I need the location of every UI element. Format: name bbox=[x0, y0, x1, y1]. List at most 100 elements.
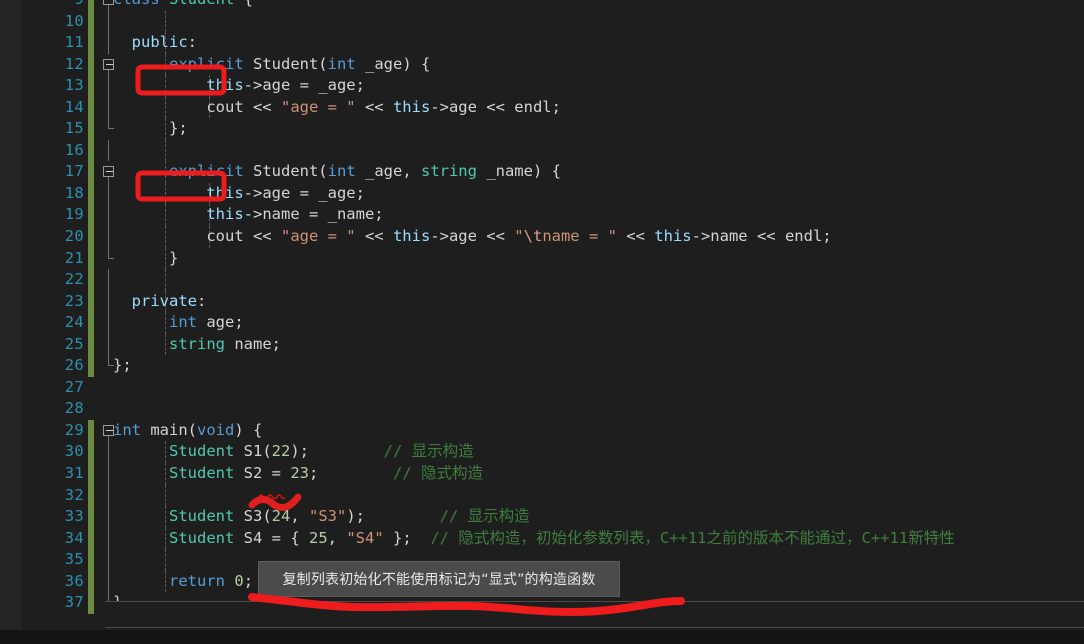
change-bar bbox=[88, 506, 94, 528]
fold-margin[interactable] bbox=[101, 549, 121, 571]
code-token: : bbox=[187, 33, 198, 52]
code-text[interactable]: cout << "age = " << this->age << endl; bbox=[113, 97, 561, 119]
code-token: "age = " bbox=[280, 97, 356, 116]
code-line[interactable]: 30 Student S1(22); // 显示构造 bbox=[21, 441, 1084, 464]
code-token: ->name << endl; bbox=[691, 227, 832, 246]
change-bar bbox=[88, 570, 94, 593]
code-text[interactable]: explicit Student(int _age) { bbox=[113, 54, 430, 76]
code-token: name = " bbox=[542, 227, 617, 246]
code-line[interactable]: 14 cout << "age = " << this->age << endl… bbox=[21, 96, 1084, 119]
code-line[interactable]: 33 Student S3(24, "S3"); // 显示构造 bbox=[21, 506, 1084, 528]
code-line[interactable]: 32 bbox=[21, 484, 1084, 507]
code-line[interactable]: 20 cout << "age = " << this->age << "\tn… bbox=[21, 226, 1084, 248]
editor-bottom-scroll-area[interactable] bbox=[105, 601, 1084, 628]
code-text[interactable]: this->age = _age; bbox=[113, 183, 365, 205]
code-line[interactable]: 24 int age; bbox=[21, 312, 1084, 334]
code-line[interactable]: 25 string name; bbox=[21, 333, 1084, 356]
indent-guide bbox=[165, 10, 166, 33]
code-line[interactable]: 29 int main(void) { bbox=[21, 419, 1084, 442]
line-number: 16 bbox=[64, 140, 84, 159]
code-line[interactable]: 12 explicit Student(int _age) { bbox=[21, 53, 1084, 76]
code-line[interactable]: 9 class Student { bbox=[21, 0, 1084, 11]
line-number: 9 bbox=[21, 0, 84, 11]
fold-margin[interactable] bbox=[101, 484, 121, 507]
code-token: explicit bbox=[169, 162, 244, 181]
code-token: cout << bbox=[113, 97, 281, 116]
code-line[interactable]: 27 bbox=[21, 377, 1084, 399]
change-bar bbox=[88, 118, 94, 140]
line-number: 29 bbox=[64, 420, 84, 439]
line-number: 27 bbox=[64, 377, 84, 396]
change-bar bbox=[88, 419, 94, 442]
change-bar bbox=[88, 247, 94, 270]
code-token: " bbox=[514, 227, 524, 246]
code-text[interactable]: }; bbox=[113, 355, 132, 377]
code-line[interactable]: 19 this->name = _name; bbox=[21, 204, 1084, 227]
code-line[interactable]: 21 } bbox=[21, 247, 1084, 270]
code-text[interactable]: explicit Student(int _age, string _name)… bbox=[113, 161, 561, 183]
code-token: int bbox=[327, 162, 356, 181]
line-number: 28 bbox=[64, 399, 84, 418]
code-token: this bbox=[206, 205, 244, 224]
code-text[interactable]: int age; bbox=[113, 312, 244, 334]
code-token: Student bbox=[169, 528, 235, 547]
code-text[interactable]: this->age = _age; bbox=[113, 75, 365, 97]
code-text[interactable]: private: bbox=[113, 291, 207, 313]
code-line[interactable]: 18 this->age = _age; bbox=[21, 182, 1084, 205]
code-line[interactable]: 10 bbox=[21, 10, 1084, 33]
line-number: 26 bbox=[64, 356, 84, 375]
line-number: 21 bbox=[64, 248, 84, 267]
code-text[interactable]: string name; bbox=[113, 334, 281, 356]
fold-margin[interactable] bbox=[101, 10, 121, 33]
code-line[interactable]: 31 Student S2 = 23; // 隐式构造 bbox=[21, 463, 1084, 485]
code-line[interactable]: 11 public: bbox=[21, 32, 1084, 54]
code-text[interactable]: Student S1(22); // 显示构造 bbox=[113, 441, 474, 463]
code-token: S3( bbox=[234, 507, 272, 526]
fold-margin[interactable] bbox=[101, 269, 121, 291]
code-line[interactable]: 26}; bbox=[21, 355, 1084, 377]
code-token: }; bbox=[383, 528, 431, 547]
code-text[interactable]: cout << "age = " << this->age << "\tname… bbox=[113, 226, 832, 248]
code-text[interactable]: } bbox=[113, 248, 178, 270]
code-line[interactable]: 23 private: bbox=[21, 290, 1084, 313]
code-text[interactable]: this->name = _name; bbox=[113, 204, 383, 226]
code-line[interactable]: 17 explicit Student(int _age, string _na… bbox=[21, 161, 1084, 183]
code-line[interactable]: 28 bbox=[21, 398, 1084, 420]
code-token: int bbox=[113, 420, 141, 439]
code-token: // 显示构造 bbox=[439, 507, 530, 526]
code-token: : bbox=[197, 291, 207, 310]
code-token: ->age << bbox=[430, 227, 515, 246]
code-token: \t bbox=[523, 227, 543, 246]
code-token: // 显示构造 bbox=[383, 442, 474, 461]
fold-margin[interactable] bbox=[101, 139, 121, 162]
code-line[interactable]: 16 bbox=[21, 139, 1084, 162]
code-editor-pane[interactable]: 9 class Student {1011 public:12 explicit … bbox=[21, 0, 1084, 644]
code-text[interactable]: public: bbox=[113, 32, 197, 54]
code-text[interactable]: Student S4 = { 25, "S4" }; // 隐式构造，初始化参数… bbox=[113, 528, 955, 550]
code-line[interactable]: 22 bbox=[21, 269, 1084, 291]
code-text[interactable]: int main(void) { bbox=[113, 420, 262, 442]
fold-region-line bbox=[108, 226, 109, 248]
code-token: name; bbox=[225, 334, 281, 353]
code-lines-container[interactable]: 9 class Student {1011 public:12 explicit … bbox=[21, 0, 1084, 614]
fold-region-line bbox=[108, 333, 109, 356]
error-squiggle-23 bbox=[259, 494, 285, 499]
code-editor-screenshot: 9 class Student {1011 public:12 explicit … bbox=[0, 0, 1084, 644]
code-line[interactable]: 34 Student S4 = { 25, "S4" }; // 隐式构造，初始… bbox=[21, 527, 1084, 550]
code-text[interactable]: return 0; bbox=[113, 571, 253, 593]
line-number: 30 bbox=[64, 442, 84, 461]
code-text[interactable]: class Student { bbox=[113, 0, 253, 11]
fold-margin[interactable] bbox=[101, 377, 121, 399]
fold-margin[interactable] bbox=[101, 398, 121, 420]
code-text[interactable]: Student S2 = 23; // 隐式构造 bbox=[113, 463, 483, 485]
code-line[interactable]: 15 }; bbox=[21, 118, 1084, 140]
code-text[interactable]: Student S3(24, "S3"); // 显示构造 bbox=[113, 506, 530, 528]
code-line[interactable]: 13 this->age = _age; bbox=[21, 75, 1084, 97]
indent-guide bbox=[165, 484, 166, 507]
code-text[interactable]: }; bbox=[113, 118, 188, 140]
line-number: 23 bbox=[64, 291, 84, 310]
